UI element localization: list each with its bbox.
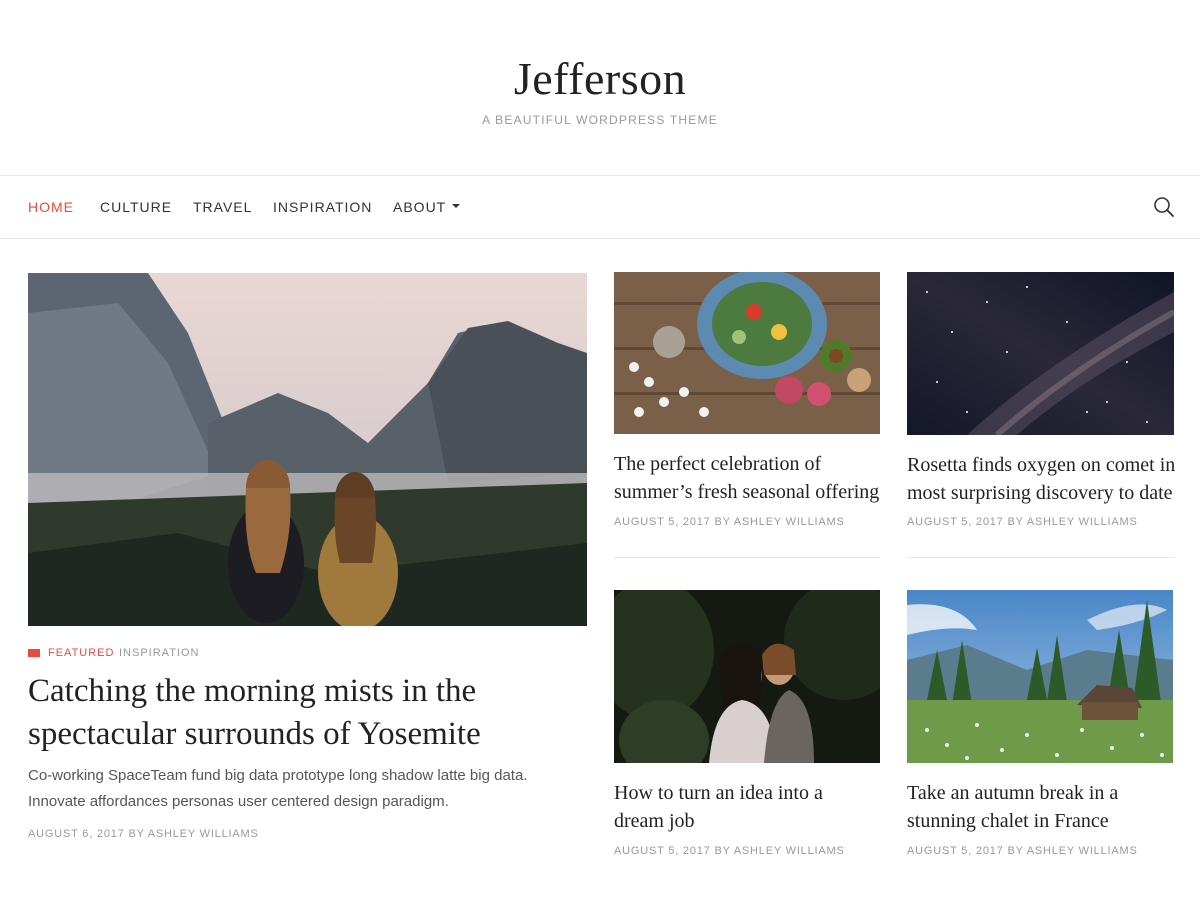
post-title-line: most surprising discovery to date bbox=[907, 482, 1173, 504]
main-navigation: HOME CULTURE TRAVEL INSPIRATION ABOUT bbox=[0, 175, 1200, 239]
post-title[interactable]: Take an autumn break in a stunning chale… bbox=[907, 779, 1187, 835]
post-image[interactable] bbox=[907, 272, 1174, 435]
excerpt-line: Innovate affordances personas user cente… bbox=[28, 793, 449, 810]
featured-title-line: spectacular surrounds of Yosemite bbox=[28, 716, 481, 752]
nav-item-culture[interactable]: CULTURE bbox=[100, 199, 172, 215]
nav-item-travel[interactable]: TRAVEL bbox=[193, 199, 252, 215]
featured-post-title[interactable]: Catching the morning mists in the specta… bbox=[28, 670, 588, 756]
post-title[interactable]: The perfect celebration of summer’s fres… bbox=[614, 450, 894, 506]
post-meta: AUGUST 5, 2017 BY ASHLEY WILLIAMS bbox=[614, 516, 845, 528]
featured-title-line: Catching the morning mists in the bbox=[28, 673, 477, 709]
post-title-line: How to turn an idea into a bbox=[614, 782, 823, 804]
post-image[interactable] bbox=[614, 272, 880, 434]
featured-post-meta: AUGUST 6, 2017 BY ASHLEY WILLIAMS bbox=[28, 828, 259, 840]
post-title[interactable]: How to turn an idea into a dream job bbox=[614, 779, 894, 835]
post-meta: AUGUST 5, 2017 BY ASHLEY WILLIAMS bbox=[907, 845, 1138, 857]
nav-item-inspiration[interactable]: INSPIRATION bbox=[273, 199, 372, 215]
site-title[interactable]: Jefferson bbox=[0, 52, 1200, 105]
category-inspiration[interactable]: INSPIRATION bbox=[119, 647, 199, 659]
post-divider bbox=[614, 557, 880, 558]
post-image[interactable] bbox=[907, 590, 1173, 763]
nav-item-home[interactable]: HOME bbox=[28, 199, 74, 215]
chevron-down-icon bbox=[452, 204, 461, 209]
category-featured[interactable]: FEATURED bbox=[28, 647, 114, 659]
post-image[interactable] bbox=[614, 590, 880, 763]
post-title-line: summer’s fresh seasonal offering bbox=[614, 481, 880, 503]
site-tagline: A BEAUTIFUL WORDPRESS THEME bbox=[482, 113, 718, 127]
post-meta: AUGUST 5, 2017 BY ASHLEY WILLIAMS bbox=[614, 845, 845, 857]
category-featured-label: FEATURED bbox=[48, 647, 115, 659]
post-title-line: dream job bbox=[614, 810, 695, 832]
post-title-line: The perfect celebration of bbox=[614, 453, 822, 475]
site-header: Jefferson A BEAUTIFUL WORDPRESS THEME bbox=[0, 0, 1200, 176]
search-icon[interactable] bbox=[1153, 196, 1175, 218]
featured-post-image[interactable] bbox=[28, 273, 587, 626]
nav-item-about-label: ABOUT bbox=[393, 199, 447, 215]
featured-flag-icon bbox=[28, 649, 40, 657]
nav-item-about[interactable]: ABOUT bbox=[393, 199, 461, 215]
excerpt-line: Co-working SpaceTeam fund big data proto… bbox=[28, 767, 528, 784]
featured-post-excerpt: Co-working SpaceTeam fund big data proto… bbox=[28, 763, 588, 815]
post-divider bbox=[907, 557, 1174, 558]
post-title[interactable]: Rosetta finds oxygen on comet in most su… bbox=[907, 451, 1192, 507]
post-title-line: Rosetta finds oxygen on comet in bbox=[907, 454, 1176, 476]
post-meta: AUGUST 5, 2017 BY ASHLEY WILLIAMS bbox=[907, 516, 1138, 528]
post-title-line: stunning chalet in France bbox=[907, 810, 1109, 832]
post-title-line: Take an autumn break in a bbox=[907, 782, 1119, 804]
